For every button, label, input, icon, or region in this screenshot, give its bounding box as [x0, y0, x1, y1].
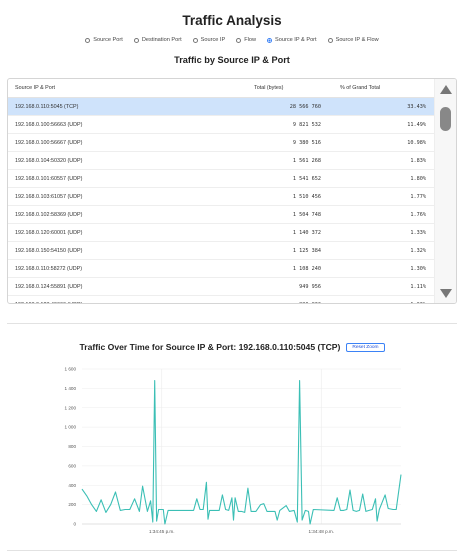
- cell-percent: 1.77%: [410, 193, 426, 200]
- cell-percent: 1.33%: [410, 229, 426, 236]
- cell-source: 192.168.0.110:5045 (TCP): [15, 103, 79, 110]
- radio-option-source-ip[interactable]: Source IP: [192, 37, 226, 43]
- table-row[interactable]: 192.168.0.102:58369 (UDP) 1 504 748 1.76%: [8, 206, 435, 224]
- column-header-source[interactable]: Source IP & Port: [8, 85, 228, 91]
- table-row[interactable]: 192.168.0.100:56663 (UDP) 9 821 532 11.49%: [8, 116, 435, 134]
- cell-source: 192.168.0.124:55891 (UDP): [15, 283, 83, 290]
- column-header-percent[interactable]: % of Grand Total: [321, 85, 426, 91]
- cell-total: 1 510 456: [292, 193, 321, 200]
- cell-source: 192.168.0.100:56667 (UDP): [15, 139, 83, 146]
- radio-option-flow[interactable]: Flow: [236, 37, 256, 43]
- cell-total: 1 125 384: [292, 247, 321, 254]
- table-row[interactable]: 192.168.0.123:49666 (UDP)880 8321.03%: [8, 296, 435, 304]
- radio-label: Source IP: [200, 37, 226, 43]
- radio-option-source-ip-port[interactable]: Source IP & Port: [267, 37, 317, 43]
- radio-label: Destination Port: [141, 37, 182, 43]
- y-tick-label: 1 200: [65, 405, 77, 410]
- cell-percent: 1.80%: [410, 175, 426, 182]
- cell-source: 192.168.0.123:49666 (UDP): [8, 302, 228, 304]
- cell-percent: 1.11%: [410, 283, 426, 290]
- grouping-radio-group: Source Port Destination Port Source IP Flow…: [0, 37, 464, 43]
- cell-source: 192.168.0.150:54150 (UDP): [15, 247, 83, 254]
- series-line[interactable]: [81, 380, 402, 525]
- radio-label: Source Port: [93, 37, 123, 43]
- triangle-up-icon[interactable]: [440, 85, 452, 94]
- cell-source: 192.168.0.102:58369 (UDP): [15, 211, 83, 218]
- radio-option-source-ip-flow[interactable]: Source IP & Flow: [327, 37, 379, 43]
- y-tick-label: 1 400: [65, 386, 77, 391]
- cell-percent: 10.98%: [407, 139, 426, 146]
- cell-percent: 1.32%: [410, 247, 426, 254]
- cell-percent: 1.30%: [410, 265, 426, 272]
- radio-option-source-port[interactable]: Source Port: [85, 37, 123, 43]
- table-title: Traffic by Source IP & Port: [174, 55, 290, 65]
- bottom-divider: [7, 550, 457, 551]
- cell-total: 28 566 760: [289, 103, 321, 110]
- table-row[interactable]: 192.168.0.124:55891 (UDP) 949 956 1.11%: [8, 278, 435, 296]
- traffic-table: Source IP & Port Total (bytes) % of Gran…: [7, 78, 457, 304]
- table-row[interactable]: 192.168.0.104:50320 (UDP) 1 561 268 1.83%: [8, 152, 435, 170]
- column-header-total[interactable]: Total (bytes): [228, 85, 321, 91]
- table-row[interactable]: 192.168.0.100:56667 (UDP) 9 380 516 10.98%: [8, 134, 435, 152]
- cell-total: 9 821 532: [292, 121, 321, 128]
- y-tick-label: 1 600: [65, 367, 77, 372]
- section-divider: [7, 323, 457, 324]
- table-row[interactable]: 192.168.0.110:58272 (UDP) 1 108 240 1.30%: [8, 260, 435, 278]
- y-tick-label: 0: [73, 522, 76, 527]
- radio-label: Source IP & Flow: [335, 37, 379, 43]
- radio-button[interactable]: [85, 37, 91, 43]
- cell-total: 1 541 652: [292, 175, 321, 182]
- reset-zoom-button[interactable]: Reset Zoom: [346, 342, 385, 352]
- cell-total: 880 832: [228, 302, 321, 304]
- x-tick-label: 1:34:48 p.m.: [308, 529, 334, 534]
- table-body: Source IP & Port Total (bytes) % of Gran…: [8, 79, 435, 303]
- cell-total: 1 108 240: [292, 265, 321, 272]
- radio-button[interactable]: [267, 37, 273, 43]
- cell-percent: 1.83%: [410, 157, 426, 164]
- cell-total: 9 380 516: [292, 139, 321, 146]
- table-scrollbar[interactable]: [434, 79, 456, 303]
- radio-label: Flow: [244, 37, 257, 43]
- chart-title: Traffic Over Time for Source IP & Port: …: [79, 342, 341, 352]
- cell-percent: 1.76%: [410, 211, 426, 218]
- table-row[interactable]: 192.168.0.110:5045 (TCP) 28 566 760 33.43%: [8, 98, 435, 116]
- cell-source: 192.168.0.103:61057 (UDP): [15, 193, 83, 200]
- radio-button[interactable]: [236, 37, 242, 43]
- x-tick-label: 1:34:45 p.m.: [149, 529, 175, 534]
- cell-percent: 11.49%: [407, 121, 426, 128]
- triangle-down-icon[interactable]: [440, 289, 452, 298]
- table-row[interactable]: 192.168.0.120:60001 (UDP) 1 140 372 1.33%: [8, 224, 435, 242]
- table-header-row: Source IP & Port Total (bytes) % of Gran…: [8, 79, 435, 98]
- y-tick-label: 1 000: [65, 425, 77, 430]
- cell-percent: 33.43%: [407, 103, 426, 110]
- y-tick-label: 800: [68, 444, 76, 449]
- cell-source: 192.168.0.104:50320 (UDP): [15, 157, 83, 164]
- scrollbar-thumb[interactable]: [440, 107, 451, 131]
- cell-source: 192.168.0.100:56663 (UDP): [15, 121, 83, 128]
- cell-total: 1 561 268: [292, 157, 321, 164]
- table-row[interactable]: 192.168.0.101:60557 (UDP) 1 541 652 1.80%: [8, 170, 435, 188]
- cell-source: 192.168.0.110:58272 (UDP): [15, 265, 83, 272]
- radio-button[interactable]: [192, 37, 198, 43]
- radio-button[interactable]: [133, 37, 139, 43]
- radio-option-destination-port[interactable]: Destination Port: [133, 37, 182, 43]
- cell-source: 192.168.0.120:60001 (UDP): [15, 229, 83, 236]
- cell-total: 1 140 372: [292, 229, 321, 236]
- cell-percent: 1.03%: [321, 302, 426, 304]
- page-title: Traffic Analysis: [182, 13, 282, 28]
- table-row[interactable]: 192.168.0.103:61057 (UDP) 1 510 456 1.77%: [8, 188, 435, 206]
- chart-header: Traffic Over Time for Source IP & Port: …: [0, 342, 464, 352]
- radio-button[interactable]: [327, 37, 333, 43]
- radio-label: Source IP & Port: [275, 37, 317, 43]
- y-tick-label: 400: [68, 483, 76, 488]
- table-row[interactable]: 192.168.0.150:54150 (UDP) 1 125 384 1.32%: [8, 242, 435, 260]
- cell-total: 949 956: [299, 283, 321, 290]
- cell-total: 1 504 748: [292, 211, 321, 218]
- traffic-line-chart[interactable]: 0 200 400 600 800 1 000 1 200 1 400 1 600 1:34:45…: [0, 362, 464, 548]
- y-tick-label: 600: [68, 463, 76, 468]
- cell-source: 192.168.0.101:60557 (UDP): [15, 175, 83, 182]
- y-tick-label: 200: [68, 502, 76, 507]
